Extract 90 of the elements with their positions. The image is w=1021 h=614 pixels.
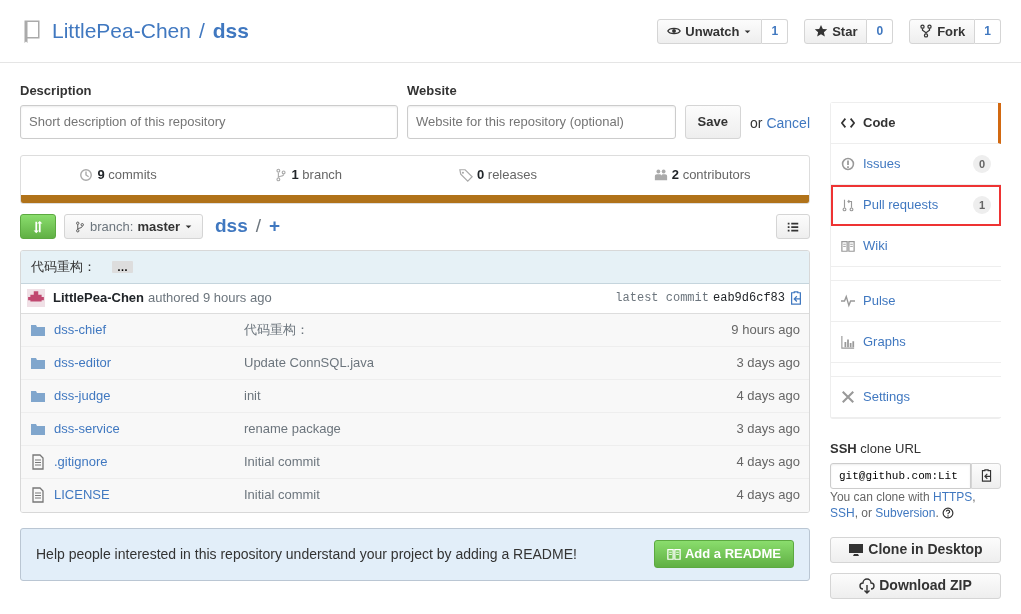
code-icon bbox=[841, 116, 855, 130]
branch-select[interactable]: branch: master bbox=[64, 214, 203, 239]
clone-desktop-button[interactable]: Clone in Desktop bbox=[830, 536, 1001, 563]
book-icon bbox=[666, 547, 681, 561]
download-zip-button[interactable]: Download ZIP bbox=[830, 572, 1001, 599]
fork-button[interactable]: Fork bbox=[909, 18, 976, 44]
file-age: 3 days ago bbox=[736, 353, 800, 372]
commit-message-link[interactable]: 代码重构： bbox=[244, 319, 309, 340]
save-button[interactable]: Save bbox=[684, 104, 741, 139]
people-icon bbox=[653, 168, 668, 182]
history-icon bbox=[79, 168, 94, 182]
or-text: or bbox=[749, 114, 763, 133]
monitor-icon bbox=[848, 541, 865, 558]
repo-root-link[interactable]: dss bbox=[215, 212, 248, 241]
clone-option-link[interactable]: SSH bbox=[830, 505, 855, 520]
list-view-button[interactable] bbox=[776, 214, 810, 239]
new-file-link[interactable]: + bbox=[269, 212, 281, 241]
path-separator: / bbox=[255, 214, 262, 239]
nav-item[interactable]: Graphs bbox=[831, 322, 1001, 363]
clone-help-text: You can clone with HTTPS, SSH, or Subversion. bbox=[830, 488, 977, 521]
fork-count[interactable]: 1 bbox=[975, 18, 1001, 44]
star-button[interactable]: Star bbox=[804, 18, 868, 44]
copy-button[interactable] bbox=[971, 462, 1001, 489]
file-name-link[interactable]: dss-service bbox=[54, 418, 120, 439]
star-count[interactable]: 0 bbox=[867, 18, 894, 44]
clipboard-icon bbox=[979, 469, 993, 482]
star-icon bbox=[814, 24, 829, 38]
watch-button[interactable]: Unwatch bbox=[657, 18, 763, 44]
fork-icon bbox=[919, 24, 934, 38]
nav-count: 0 bbox=[972, 154, 991, 174]
releases-count-link[interactable]: 0 releases bbox=[476, 165, 537, 185]
file-age: 9 hours ago bbox=[731, 320, 800, 339]
watch-count[interactable]: 1 bbox=[762, 18, 789, 44]
nav-count: 1 bbox=[972, 195, 991, 215]
file-name-link[interactable]: dss-judge bbox=[54, 385, 111, 406]
pulse-icon bbox=[841, 294, 855, 308]
clone-title: SSH clone URL bbox=[830, 440, 923, 458]
clone-url-field[interactable]: git@github.com:Lit bbox=[830, 462, 971, 489]
contributors-count-link[interactable]: 2 contributors bbox=[671, 165, 751, 185]
caret-icon bbox=[184, 222, 193, 231]
help-icon bbox=[941, 506, 954, 519]
branch-icon bbox=[273, 168, 288, 182]
commit-message-link[interactable]: Update ConnSQL.java bbox=[244, 352, 375, 373]
file-icon bbox=[30, 453, 46, 470]
exclamation-icon bbox=[841, 157, 855, 171]
file-age: 4 days ago bbox=[736, 386, 800, 405]
tag-icon bbox=[458, 168, 473, 182]
file-name-link[interactable]: dss-editor bbox=[54, 352, 112, 373]
latest-commit-label: latest commit bbox=[615, 290, 709, 307]
file-icon bbox=[30, 487, 46, 503]
repo-name-link[interactable]: dss bbox=[212, 15, 249, 47]
branch-icon bbox=[74, 220, 86, 233]
clipboard-icon bbox=[789, 291, 803, 305]
compare-button[interactable] bbox=[20, 214, 56, 239]
nav-item[interactable]: Issues 0 bbox=[831, 144, 1001, 185]
book-icon bbox=[841, 239, 855, 253]
field-label: Website bbox=[407, 82, 458, 100]
nav-item[interactable]: Pulse bbox=[831, 281, 1001, 322]
bar-graph-icon bbox=[841, 335, 855, 349]
authored-time: authored 9 hours ago bbox=[148, 289, 272, 308]
file-name-link[interactable]: .gitignore bbox=[54, 451, 108, 472]
cancel-link[interactable]: Cancel bbox=[766, 113, 810, 134]
commit-message-link[interactable]: rename package bbox=[244, 418, 341, 439]
commit-message-link[interactable]: Initial commit bbox=[244, 451, 320, 472]
description-field[interactable]: Short description of this repository bbox=[20, 104, 398, 139]
website-field[interactable]: Website for this repository (optional) bbox=[407, 104, 676, 139]
branch-count-link[interactable]: 1 branch bbox=[291, 165, 343, 185]
nav-item[interactable]: Settings bbox=[831, 377, 1001, 418]
cloud-download-icon bbox=[859, 577, 876, 594]
avatar-icon bbox=[27, 289, 45, 307]
path-separator: / bbox=[198, 18, 205, 45]
commit-message-link[interactable]: init bbox=[244, 385, 261, 406]
notice-text: Help people interested in this repository understand your project by adding a README! bbox=[36, 544, 577, 564]
expand-button[interactable]: … bbox=[112, 260, 133, 273]
pull-request-icon bbox=[841, 198, 855, 212]
commit-sha-link[interactable]: eab9d6cf83 bbox=[713, 289, 785, 307]
owner-link[interactable]: LittlePea-Chen bbox=[52, 15, 191, 47]
commit-message: 代码重构： bbox=[31, 257, 96, 276]
nav-item[interactable]: Pull requests 1 bbox=[831, 185, 1001, 226]
file-age: 4 days ago bbox=[736, 452, 800, 471]
field-label: Description bbox=[20, 82, 93, 100]
commits-count-link[interactable]: 9 commits bbox=[97, 165, 157, 185]
nav-item[interactable]: Wiki bbox=[831, 226, 1001, 267]
commit-message-link[interactable]: Initial commit bbox=[244, 485, 320, 505]
file-age: 4 days ago bbox=[736, 486, 800, 505]
file-name-link[interactable]: LICENSE bbox=[54, 485, 110, 505]
file-name-link[interactable]: dss-chief bbox=[54, 319, 107, 340]
nav-item[interactable]: Code bbox=[831, 103, 1001, 144]
file-age: 3 days ago bbox=[736, 419, 800, 438]
author-link[interactable]: LittlePea-Chen bbox=[53, 288, 144, 308]
